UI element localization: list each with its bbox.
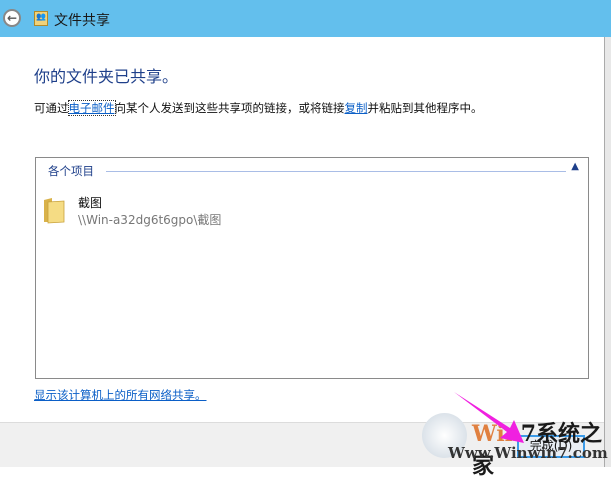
file-share-icon: 👥 [34,11,48,26]
item-name: 截图 [78,196,103,210]
finish-button[interactable]: 完成(D) [517,435,585,458]
window-border [604,37,611,467]
email-link[interactable]: 电子邮件 [67,100,116,116]
title-bar: ← 👥 文件共享 [0,0,611,37]
back-arrow-icon[interactable]: ← [3,9,21,27]
copy-link[interactable]: 复制 [345,101,368,115]
footer-bar [0,422,604,467]
item-path: \\Win-a32dg6t6gpo\截图 [78,213,222,227]
desc-text: 并粘贴到其他程序中。 [367,101,483,115]
page-heading: 你的文件夹已共享。 [34,67,179,86]
shared-items-list: 各个项目 ▲ 截图 \\Win-a32dg6t6gpo\截图 [35,157,589,379]
folder-icon [44,198,65,224]
desc-text: 向某个人发送到这些共享项的链接，或将链接 [114,101,345,115]
show-all-shares-link[interactable]: 显示该计算机上的所有网络共享。 [34,387,207,403]
window-title: 文件共享 [54,13,110,29]
chevron-up-icon[interactable]: ▲ [571,161,579,172]
description: 可通过电子邮件向某个人发送到这些共享项的链接，或将链接复制并粘贴到其他程序中。 [34,100,483,116]
group-divider [106,171,566,172]
desc-text: 可通过 [34,101,69,115]
group-header[interactable]: 各个项目 [48,163,94,179]
